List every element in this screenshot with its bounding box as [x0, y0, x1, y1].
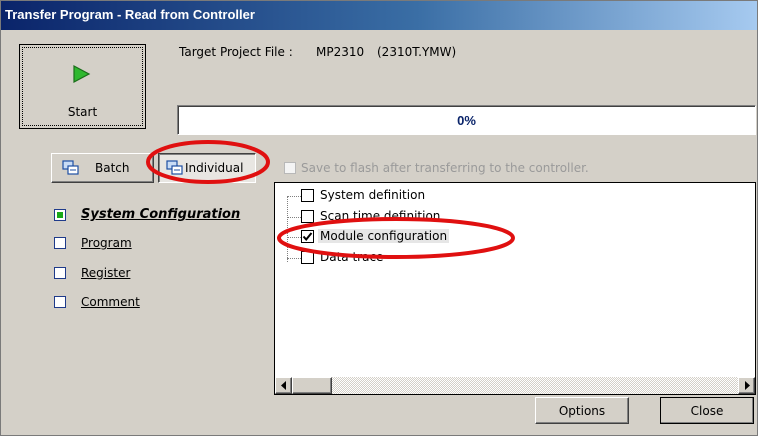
options-button-label: Options: [558, 404, 606, 418]
start-button[interactable]: Start: [19, 44, 146, 129]
system-definition-checkbox[interactable]: [301, 189, 314, 202]
comment-label: Comment: [81, 295, 140, 309]
scroll-thumb[interactable]: [292, 377, 332, 394]
annotation-ellipse-module-configuration: [277, 217, 515, 259]
batch-button-label: Batch: [95, 161, 130, 175]
scroll-right-icon: [745, 381, 750, 390]
batch-icon: [62, 160, 79, 175]
progress-percent: 0%: [457, 113, 476, 128]
target-project-name: MP2310: [316, 45, 365, 59]
scroll-right-button[interactable]: [738, 377, 755, 394]
options-button[interactable]: Options: [535, 397, 629, 424]
horizontal-scrollbar[interactable]: [275, 377, 755, 394]
tree-branch: [287, 196, 301, 197]
annotation-ellipse-individual: [146, 140, 270, 184]
batch-button[interactable]: Batch: [51, 153, 154, 183]
scroll-left-icon: [281, 381, 286, 390]
save-to-flash-checkbox[interactable]: [284, 162, 296, 174]
target-project-label: Target Project File :: [179, 45, 293, 59]
program-label: Program: [81, 236, 132, 250]
transfer-program-window: Transfer Program - Read from Controller …: [0, 0, 758, 436]
start-button-label: Start: [67, 105, 98, 119]
comment-checkbox[interactable]: [54, 296, 66, 308]
program-checkbox[interactable]: [54, 237, 66, 249]
target-project-file: (2310T.YMW): [377, 45, 457, 59]
window-title: Transfer Program - Read from Controller: [5, 7, 255, 22]
system-configuration-label: System Configuration: [81, 207, 241, 222]
system-definition-label: System definition: [320, 188, 426, 202]
play-icon: [73, 65, 91, 83]
title-bar: Transfer Program - Read from Controller: [1, 1, 757, 30]
save-to-flash-label: Save to flash after transferring to the …: [301, 161, 589, 175]
transfer-progress-bar: 0%: [177, 105, 756, 135]
scroll-left-button[interactable]: [275, 377, 292, 394]
close-button[interactable]: Close: [660, 397, 754, 424]
register-checkbox[interactable]: [54, 267, 66, 279]
register-label: Register: [81, 266, 131, 280]
close-button-label: Close: [690, 404, 724, 418]
system-configuration-checkbox[interactable]: [54, 209, 66, 221]
